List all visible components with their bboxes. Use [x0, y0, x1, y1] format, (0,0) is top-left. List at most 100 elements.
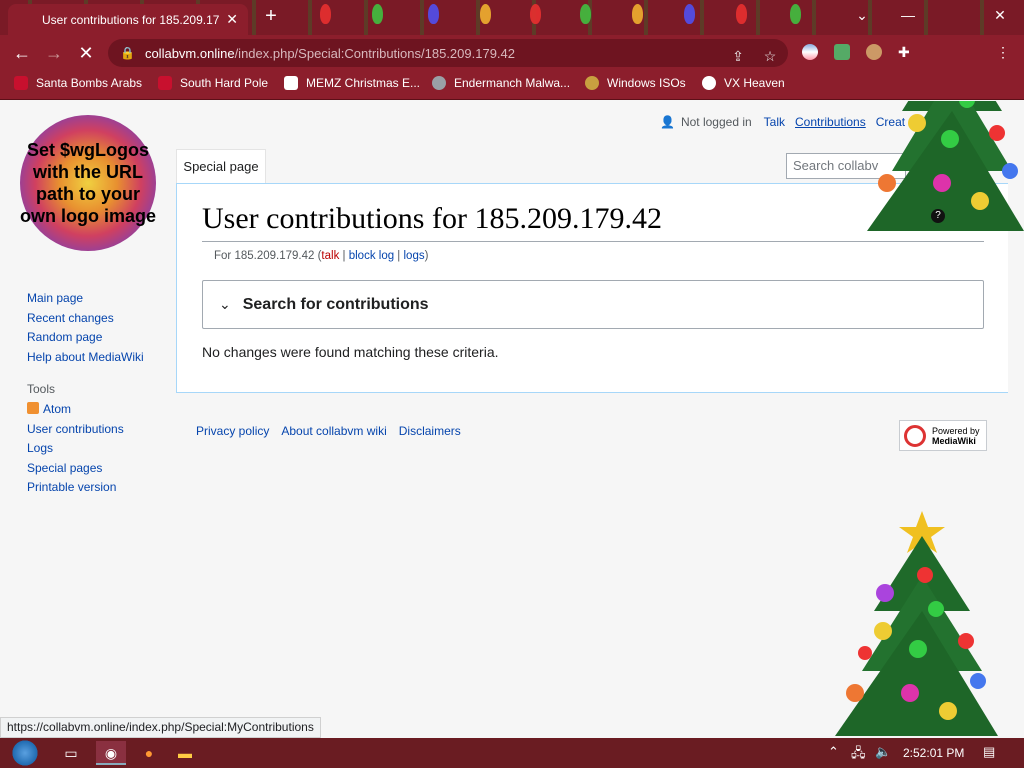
tab-title: User contributions for 185.209.179.42	[42, 12, 220, 27]
status-bar-url: https://collabvm.online/index.php/Specia…	[0, 717, 321, 738]
firefox-taskbar-icon[interactable]: ●	[134, 741, 164, 765]
help-icon[interactable]: ?	[931, 209, 945, 223]
browser-tab-strip: User contributions for 185.209.179.42 ✕ …	[0, 0, 1024, 35]
heading-divider	[202, 241, 984, 242]
mediawiki-logo-icon	[904, 424, 926, 447]
window-icon	[284, 76, 298, 90]
sidebar-tools: Tools Atom User contributions Logs Speci…	[27, 382, 124, 498]
bookmark-item[interactable]: Windows ISOs	[585, 76, 686, 90]
light-bulb-decoration	[372, 4, 383, 24]
task-view-icon[interactable]: ▭	[56, 741, 86, 765]
bookmark-item[interactable]: Santa Bombs Arabs	[14, 76, 142, 90]
bookmark-label: Endermanch Malwa...	[454, 76, 571, 90]
extension-flag-icon[interactable]	[802, 44, 818, 60]
network-icon[interactable]: 🖧	[851, 744, 866, 766]
url-path: /index.php/Special:Contributions/185.209…	[234, 45, 515, 61]
separator: |	[339, 250, 349, 262]
disclaimers-link[interactable]: Disclaimers	[399, 424, 461, 438]
bookmark-item[interactable]: Endermanch Malwa...	[432, 76, 570, 90]
buddha-icon	[585, 76, 599, 90]
windows-taskbar: ▭ ◉ ● ▬ ⌃ 🖧 🔈 2:52:01 PM ▤	[0, 738, 1024, 768]
wiki-page: Set $wgLogos with the URL path to your o…	[0, 101, 1024, 738]
tab-search-chevron-icon[interactable]: ⌄	[840, 0, 884, 32]
extensions-puzzle-icon[interactable]: ✚	[898, 44, 914, 60]
menu-kebab-icon[interactable]: ⋮	[996, 44, 1012, 60]
light-bulb-decoration	[428, 4, 439, 24]
extension-s-icon[interactable]	[834, 44, 850, 60]
bookmarks-bar: Santa Bombs Arabs South Hard Pole MEMZ C…	[0, 70, 1024, 100]
light-bulb-decoration	[790, 4, 801, 24]
subtitle-suffix: )	[424, 250, 429, 262]
browser-tab-active[interactable]: User contributions for 185.209.179.42 ✕	[8, 4, 248, 35]
search-contributions-label: Search for contributions	[242, 295, 429, 313]
biohazard-icon	[702, 76, 716, 90]
back-icon[interactable]: ←	[10, 41, 34, 65]
notifications-icon[interactable]: ▤	[983, 744, 995, 760]
tools-heading: Tools	[27, 382, 56, 396]
user-icon: 👤	[660, 115, 675, 129]
talk-redlink[interactable]: talk	[321, 250, 339, 262]
stop-loading-icon[interactable]: ✕	[74, 41, 98, 65]
privacy-policy-link[interactable]: Privacy policy	[196, 424, 269, 438]
sidebar-item-atom[interactable]: Atom	[27, 400, 124, 420]
subtitle-prefix: For 185.209.179.42 (	[214, 250, 322, 262]
close-window-icon[interactable]: ✕	[978, 0, 1022, 32]
chevron-down-icon: ⌄	[219, 296, 231, 312]
block-log-link[interactable]: block log	[349, 250, 394, 262]
bookmark-label: MEMZ Christmas E...	[306, 76, 421, 90]
raccoon-icon	[432, 76, 446, 90]
bookmark-item[interactable]: VX Heaven	[702, 76, 785, 90]
close-tab-icon[interactable]: ✕	[226, 11, 238, 28]
light-bulb-decoration	[530, 4, 541, 24]
not-logged-in-label: Not logged in	[680, 115, 752, 129]
sidebar-item-logs[interactable]: Logs	[27, 439, 124, 459]
bookmark-item[interactable]: MEMZ Christmas E...	[284, 76, 420, 90]
contributions-link[interactable]: Contributions	[795, 115, 866, 129]
powered-by-mediawiki-badge[interactable]: Powered by MediaWiki	[899, 420, 987, 451]
sidebar-item-random-page[interactable]: Random page	[27, 328, 144, 348]
sidebar-item-special-pages[interactable]: Special pages	[27, 459, 124, 479]
logo-text: Set $wgLogos with the URL path to your o…	[20, 140, 157, 226]
wiki-logo[interactable]: Set $wgLogos with the URL path to your o…	[20, 115, 156, 251]
sidebar-item-main-page[interactable]: Main page	[27, 289, 144, 309]
light-bulb-decoration	[684, 4, 695, 24]
sidebar-item-help[interactable]: Help about MediaWiki	[27, 348, 144, 368]
search-contributions-toggle[interactable]: ⌄ Search for contributions	[202, 280, 984, 329]
forward-icon[interactable]: →	[42, 41, 66, 65]
talk-link[interactable]: Talk	[764, 115, 785, 129]
sidebar-item-recent-changes[interactable]: Recent changes	[27, 309, 144, 329]
minimize-icon[interactable]: —	[886, 0, 930, 32]
profile-avatar-icon[interactable]	[866, 44, 882, 60]
light-bulb-decoration	[580, 4, 591, 24]
new-tab-icon[interactable]: +	[260, 5, 282, 27]
bookmark-item[interactable]: South Hard Pole	[158, 76, 268, 90]
url-host: collabvm.online	[144, 45, 235, 61]
file-explorer-taskbar-icon[interactable]: ▬	[170, 741, 200, 765]
bookmark-label: VX Heaven	[724, 76, 785, 90]
sidebar-item-user-contributions[interactable]: User contributions	[27, 420, 124, 440]
taskbar-clock[interactable]: 2:52:01 PM	[903, 746, 964, 760]
chrome-taskbar-icon[interactable]: ◉	[96, 741, 126, 765]
snowflake-icon	[158, 76, 172, 90]
about-link[interactable]: About collabvm wiki	[281, 424, 386, 438]
sidebar-item-printable-version[interactable]: Printable version	[27, 478, 124, 498]
start-button[interactable]	[8, 738, 42, 768]
address-bar[interactable]: 🔒 collabvm.online/index.php/Special:Cont…	[108, 39, 788, 67]
logs-link[interactable]: logs	[404, 250, 425, 262]
page-title: User contributions for 185.209.179.42	[202, 202, 662, 235]
subtitle-links: For 185.209.179.42 (talk | block log | l…	[214, 250, 428, 262]
christmas-tree-decoration-bottom	[835, 511, 998, 736]
atom-label: Atom	[43, 402, 72, 416]
powered-line1: Powered by	[932, 425, 980, 436]
no-changes-message: No changes were found matching these cri…	[202, 344, 499, 360]
powered-text: Powered by MediaWiki	[932, 426, 980, 446]
light-bulb-decoration	[480, 4, 491, 24]
light-bulb-decoration	[320, 4, 331, 24]
share-icon[interactable]: ⇪	[728, 46, 748, 66]
powered-line2: MediaWiki	[932, 435, 976, 446]
sidebar-navigation: Main page Recent changes Random page Hel…	[27, 289, 144, 367]
volume-icon[interactable]: 🔈	[875, 744, 891, 760]
tab-special-page[interactable]: Special page	[176, 149, 266, 183]
bookmark-star-icon[interactable]: ☆	[760, 46, 780, 66]
show-hidden-icons-chevron-up-icon[interactable]: ⌃	[828, 744, 839, 760]
